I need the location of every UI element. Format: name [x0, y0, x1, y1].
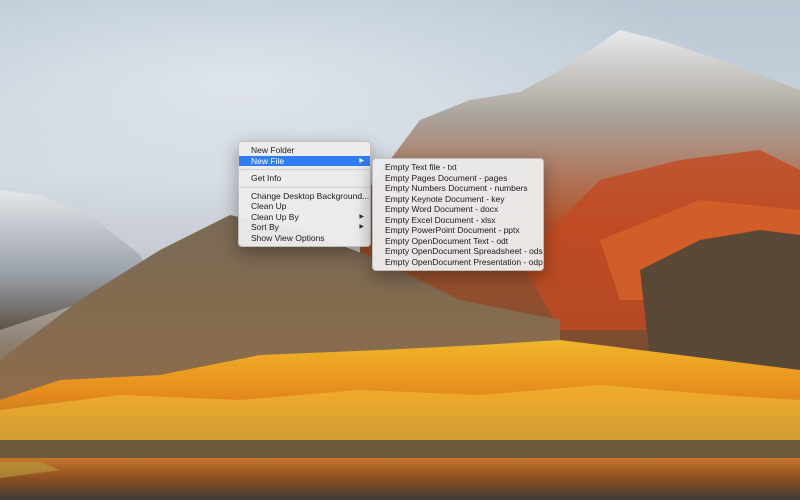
menu-item-label: Clean Up By [251, 211, 299, 222]
submenu-arrow-icon: ▶ [359, 224, 364, 230]
submenu-item-odt[interactable]: Empty OpenDocument Text - odt [373, 236, 543, 247]
menu-separator [239, 186, 370, 188]
submenu-item-xlsx[interactable]: Empty Excel Document - xlsx [373, 215, 543, 226]
menu-item-label: Sort By [251, 222, 279, 232]
menu-item-show-view-options[interactable]: Show View Options [239, 233, 370, 244]
submenu-item-label: Empty Text file - txt [385, 162, 457, 172]
menu-item-change-desktop-background[interactable]: Change Desktop Background... [239, 191, 370, 202]
submenu-item-label: Empty Pages Document - pages [385, 172, 508, 183]
menu-item-label: Show View Options [251, 232, 325, 243]
menu-item-get-info[interactable]: Get Info [239, 173, 370, 184]
submenu-item-docx[interactable]: Empty Word Document - docx [373, 204, 543, 215]
submenu-item-label: Empty OpenDocument Spreadsheet - ods [385, 246, 543, 256]
menu-item-label: Clean Up [251, 201, 287, 211]
submenu-item-txt[interactable]: Empty Text file - txt [373, 162, 543, 173]
menu-item-clean-up-by[interactable]: Clean Up By ▶ [239, 212, 370, 223]
submenu-arrow-icon: ▶ [359, 213, 364, 220]
menu-item-new-folder[interactable]: New Folder [239, 145, 370, 156]
menu-item-new-file[interactable]: New File ▶ [239, 155, 370, 166]
submenu-item-label: Empty Excel Document - xlsx [385, 214, 496, 225]
menu-item-label: Change Desktop Background... [251, 190, 370, 201]
menu-item-label: Get Info [251, 173, 282, 183]
submenu-item-label: Empty Numbers Document - numbers [385, 183, 528, 193]
submenu-item-label: Empty Word Document - docx [385, 204, 499, 214]
menu-item-clean-up[interactable]: Clean Up [239, 201, 370, 212]
menu-item-label: New File [251, 155, 285, 166]
submenu-item-label: Empty OpenDocument Text - odt [385, 235, 509, 246]
desktop-context-menu: New Folder New File ▶ Get Info Change De… [238, 141, 371, 247]
submenu-item-key[interactable]: Empty Keynote Document - key [373, 194, 543, 205]
submenu-item-ods[interactable]: Empty OpenDocument Spreadsheet - ods [373, 246, 543, 257]
submenu-item-pptx[interactable]: Empty PowerPoint Document - pptx [373, 225, 543, 236]
new-file-submenu: Empty Text file - txt Empty Pages Docume… [372, 158, 544, 271]
submenu-item-label: Empty OpenDocument Presentation - odp [385, 256, 543, 267]
submenu-item-odp[interactable]: Empty OpenDocument Presentation - odp [373, 257, 543, 268]
menu-separator [239, 169, 370, 170]
menu-item-sort-by[interactable]: Sort By ▶ [239, 222, 370, 233]
menu-item-label: New Folder [251, 145, 295, 155]
desktop[interactable]: New Folder New File ▶ Get Info Change De… [0, 0, 800, 500]
submenu-item-label: Empty PowerPoint Document - pptx [385, 225, 520, 235]
submenu-arrow-icon: ▶ [359, 157, 364, 164]
submenu-item-numbers[interactable]: Empty Numbers Document - numbers [373, 183, 543, 194]
submenu-item-pages[interactable]: Empty Pages Document - pages [373, 173, 543, 184]
submenu-item-label: Empty Keynote Document - key [385, 193, 505, 204]
